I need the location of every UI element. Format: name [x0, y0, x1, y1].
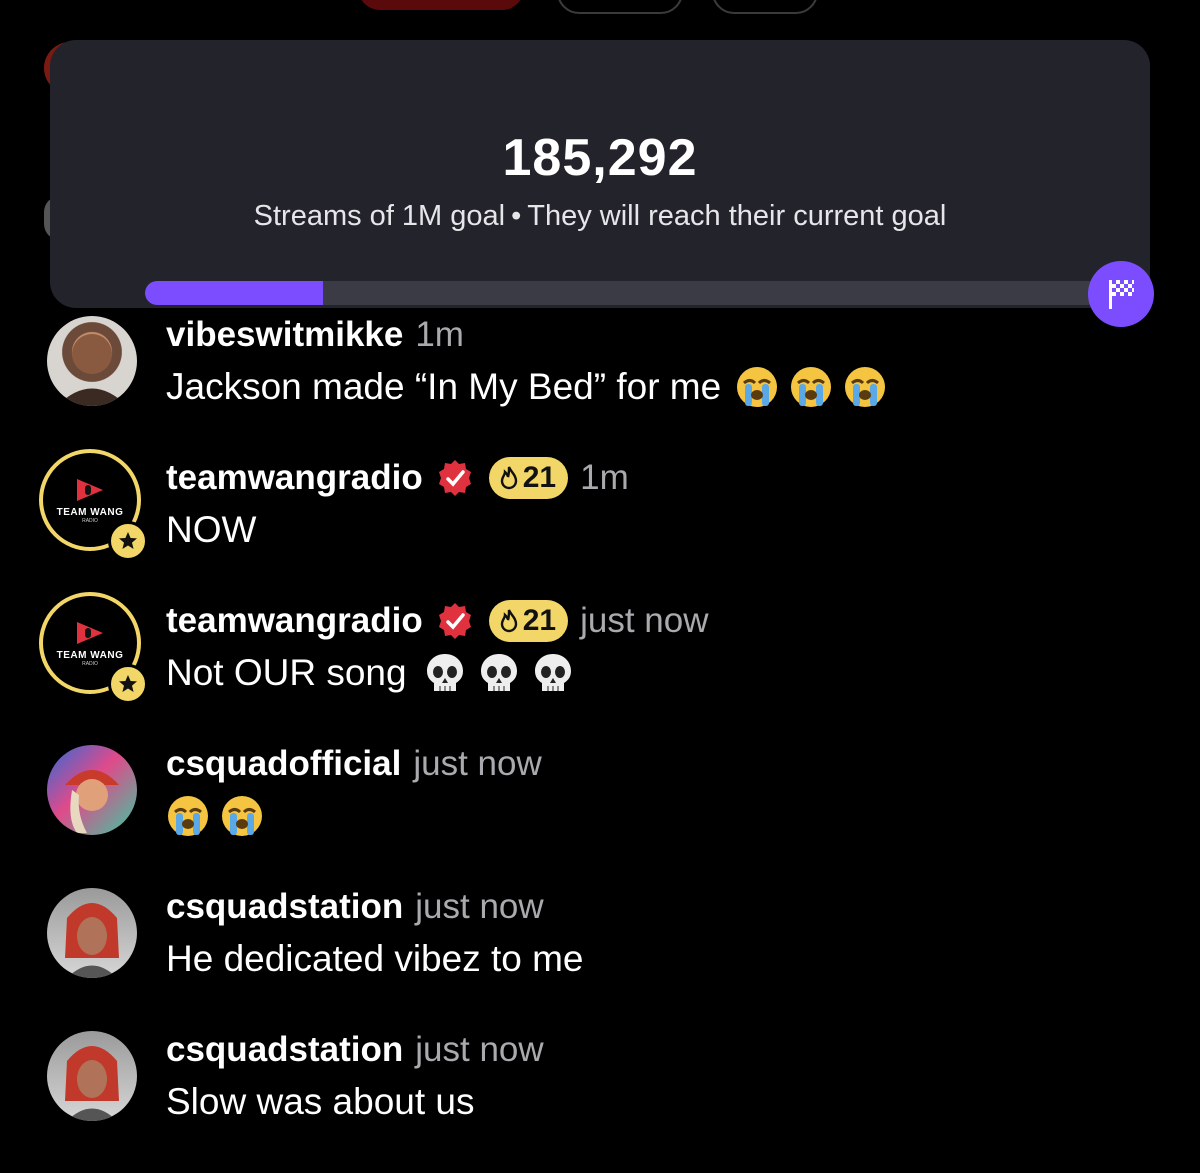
- user-avatar[interactable]: [47, 888, 137, 978]
- comment-body: Jackson made “In My Bed” for me: [166, 362, 887, 412]
- loudly-crying-face-icon: [737, 367, 778, 407]
- live-stream-comments-screen: 185,292 Streams of 1M goal • They will rea…: [0, 0, 1200, 1173]
- comment-text: Slow was about us: [166, 1081, 475, 1122]
- comment-username[interactable]: csquadstation: [166, 1030, 403, 1070]
- tab-pill[interactable]: [557, 0, 683, 14]
- goal-subtitle-right: They will reach their current goal: [527, 200, 947, 232]
- fire-streak-badge[interactable]: 21: [488, 457, 569, 499]
- comment-timestamp: 1m: [580, 458, 629, 497]
- comment-timestamp: just now: [413, 744, 542, 783]
- verified-badge-icon: [435, 601, 475, 641]
- goal-subtitle-left: Streams of 1M goal: [253, 200, 506, 232]
- comment-body: Not OUR song: [166, 648, 575, 698]
- avatar-logo-text: TEAM WANG: [56, 506, 124, 518]
- avatar-logo-subtext: RADIO: [82, 517, 98, 524]
- fire-streak-count: 21: [522, 461, 557, 494]
- comment-text: NOW: [166, 509, 257, 550]
- loudly-crying-face-icon: [791, 367, 832, 407]
- comment-text: He dedicated vibez to me: [166, 938, 584, 979]
- comment-header: teamwangradio 21 1m: [166, 455, 629, 501]
- comment-header: csquadofficial just now: [166, 741, 542, 787]
- loudly-crying-face-icon: [845, 367, 886, 407]
- fire-streak-badge[interactable]: 21: [488, 600, 569, 642]
- loudly-crying-face-icon: [222, 796, 262, 836]
- comment-body: Slow was about us: [166, 1077, 475, 1127]
- comment-username[interactable]: teamwangradio: [166, 601, 423, 641]
- star-icon: [108, 521, 148, 561]
- flame-icon: [500, 466, 517, 490]
- play-icon: [77, 621, 103, 644]
- verified-badge-icon: [435, 458, 475, 498]
- avatar-logo-subtext: RADIO: [82, 660, 98, 667]
- comment-body: He dedicated vibez to me: [166, 934, 584, 984]
- user-avatar[interactable]: [47, 745, 137, 835]
- comment-header: teamwangradio 21 just now: [166, 598, 709, 644]
- comment-timestamp: just now: [415, 887, 544, 926]
- comment-text: Not OUR song: [166, 652, 407, 693]
- goal-subtitle-separator: •: [511, 200, 522, 232]
- star-icon: [108, 664, 148, 704]
- comment-timestamp: 1m: [415, 315, 464, 354]
- goal-subtitle: Streams of 1M goal • They will reach their…: [50, 200, 1150, 233]
- skull-icon: [480, 654, 517, 691]
- comment-timestamp: just now: [580, 601, 709, 640]
- play-icon: [77, 478, 103, 501]
- loudly-crying-face-icon: [168, 796, 208, 836]
- comment-timestamp: just now: [415, 1030, 544, 1069]
- comment-body: NOW: [166, 505, 256, 555]
- skull-icon: [534, 654, 571, 691]
- comment-username[interactable]: teamwangradio: [166, 458, 423, 498]
- avatar-logo-text: TEAM WANG: [56, 649, 124, 661]
- comment-username[interactable]: vibeswitmikke: [166, 315, 403, 355]
- tab-pill[interactable]: [712, 0, 818, 14]
- comment-header: csquadstation just now: [166, 1027, 544, 1073]
- comment-header: csquadstation just now: [166, 884, 544, 930]
- skull-icon: [426, 654, 463, 691]
- stream-goal-card[interactable]: 185,292 Streams of 1M goal • They will rea…: [50, 40, 1154, 327]
- goal-stream-count: 185,292: [502, 129, 698, 187]
- goal-progress-fill: [145, 281, 323, 305]
- comment-text: Jackson made “In My Bed” for me: [166, 366, 722, 407]
- flame-icon: [500, 609, 517, 633]
- tab-pill-active[interactable]: [358, 0, 524, 10]
- fire-streak-count: 21: [522, 604, 557, 637]
- comment-username[interactable]: csquadofficial: [166, 744, 401, 784]
- comment-username[interactable]: csquadstation: [166, 887, 403, 927]
- checkered-flag-icon[interactable]: [1088, 261, 1154, 327]
- goal-progress-bar: [145, 281, 1105, 305]
- comment-header: vibeswitmikke 1m: [166, 312, 464, 358]
- comment-body: [166, 791, 264, 841]
- user-avatar[interactable]: [47, 1031, 137, 1121]
- user-avatar[interactable]: [47, 316, 137, 406]
